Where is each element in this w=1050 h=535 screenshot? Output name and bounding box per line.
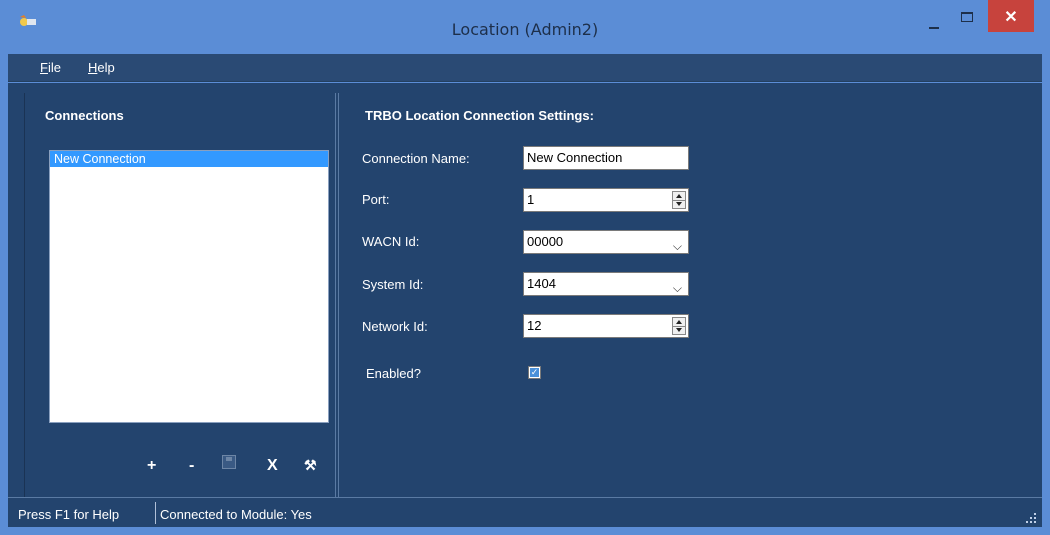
application-window: Location (Admin2) ✕ File Help Connection… xyxy=(0,0,1050,535)
system-id-select[interactable]: 1404 ⌵ xyxy=(523,272,689,296)
maximize-button[interactable] xyxy=(952,0,982,40)
close-icon: ✕ xyxy=(1004,9,1018,26)
maximize-icon xyxy=(961,12,973,22)
save-icon[interactable] xyxy=(222,455,236,469)
resize-grip-icon[interactable] xyxy=(1026,513,1036,523)
wacn-select[interactable]: 00000 ⌵ xyxy=(523,230,689,254)
spinner-down-icon[interactable] xyxy=(676,202,682,206)
menu-help-label: elp xyxy=(97,60,115,75)
enabled-label: Enabled? xyxy=(366,366,421,381)
network-spinner[interactable] xyxy=(672,317,686,335)
spinner-up-icon[interactable] xyxy=(676,320,682,324)
add-connection-button[interactable]: + xyxy=(147,457,156,475)
status-bar: Press F1 for Help Connected to Module: Y… xyxy=(8,497,1042,527)
system-id-label: System Id: xyxy=(362,277,424,292)
connections-list[interactable]: New Connection xyxy=(49,150,329,423)
spinner-divider xyxy=(673,326,685,327)
port-label: Port: xyxy=(362,192,390,207)
port-value: 1 xyxy=(527,192,535,207)
port-spinner[interactable] xyxy=(672,191,686,209)
delete-connection-button[interactable]: X xyxy=(267,457,278,475)
spinner-down-icon[interactable] xyxy=(676,328,682,332)
network-id-value: 12 xyxy=(527,318,542,333)
network-id-label: Network Id: xyxy=(362,319,428,334)
main-area: Connections New Connection + - X ⚒ TRBO … xyxy=(8,83,1042,497)
connections-panel: Connections New Connection + - X ⚒ xyxy=(24,93,336,497)
menu-file-mnemonic: F xyxy=(40,60,48,75)
menu-help-mnemonic: H xyxy=(88,60,98,75)
minimize-icon xyxy=(929,27,939,29)
system-id-value: 1404 xyxy=(527,276,556,291)
connection-name-field[interactable]: New Connection xyxy=(523,146,689,170)
enabled-checkbox[interactable]: ✓ xyxy=(528,366,541,379)
close-button[interactable]: ✕ xyxy=(988,0,1034,32)
connection-name-label: Connection Name: xyxy=(362,151,470,166)
list-item[interactable]: New Connection xyxy=(50,151,328,167)
window-title: Location (Admin2) xyxy=(451,20,599,39)
status-divider xyxy=(155,502,156,524)
menu-file-label: ile xyxy=(47,60,61,75)
spinner-up-icon[interactable] xyxy=(676,194,682,198)
settings-title: TRBO Location Connection Settings: xyxy=(365,108,594,123)
chevron-down-icon[interactable]: ⌵ xyxy=(673,277,682,299)
status-connection-text: Connected to Module: Yes xyxy=(160,507,312,522)
connections-title: Connections xyxy=(45,108,124,123)
remove-connection-button[interactable]: - xyxy=(189,457,194,475)
status-help-text: Press F1 for Help xyxy=(18,507,120,522)
menu-file[interactable]: File xyxy=(40,60,61,75)
menu-bar: File Help xyxy=(8,54,1042,82)
spinner-divider xyxy=(673,200,685,201)
menu-help[interactable]: Help xyxy=(88,60,115,75)
check-icon: ✓ xyxy=(530,367,539,377)
chevron-down-icon[interactable]: ⌵ xyxy=(673,235,682,257)
port-stepper[interactable]: 1 xyxy=(523,188,689,212)
wacn-value: 00000 xyxy=(527,234,564,249)
minimize-button[interactable] xyxy=(918,0,948,40)
tools-icon[interactable]: ⚒ xyxy=(304,457,317,474)
network-id-stepper[interactable]: 12 xyxy=(523,314,689,338)
wacn-label: WACN Id: xyxy=(362,234,420,249)
title-bar[interactable]: Location (Admin2) ✕ xyxy=(0,0,1050,54)
